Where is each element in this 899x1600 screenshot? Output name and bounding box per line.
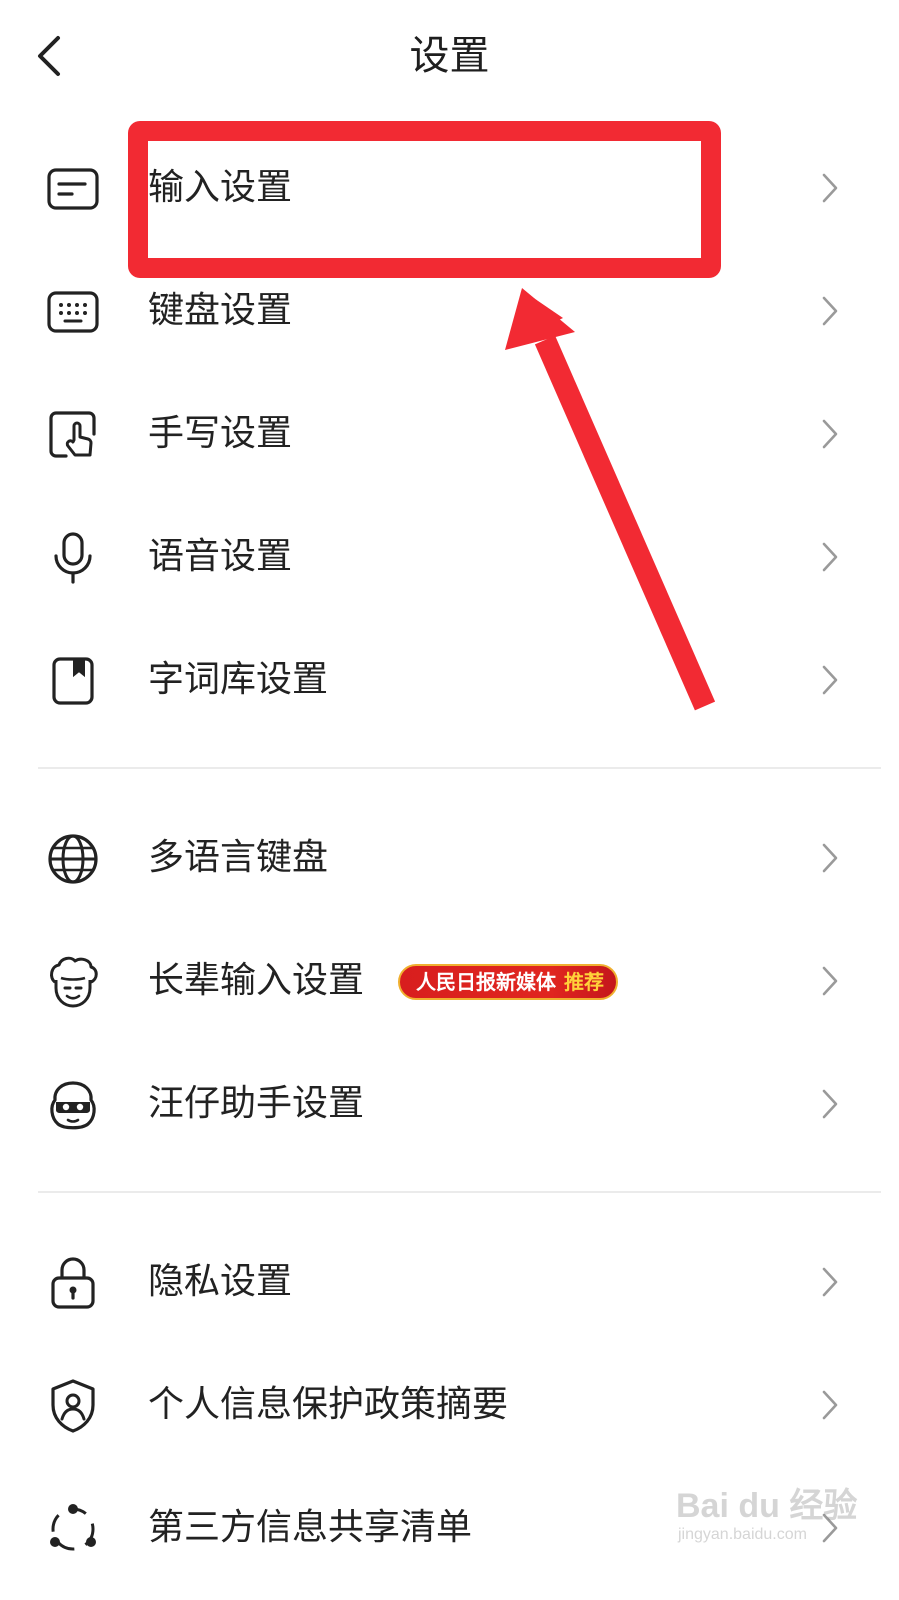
share-nodes-icon: [44, 1500, 102, 1558]
chevron-right-icon: [822, 966, 838, 996]
menu-item-label: 输入设置: [148, 167, 293, 208]
menu-item-dictionary-settings[interactable]: 字词库设置: [0, 625, 899, 735]
dictionary-icon: [44, 652, 102, 710]
lock-icon: [44, 1254, 102, 1312]
menu-item-assistant-settings[interactable]: 汪仔助手设置: [0, 1049, 899, 1159]
menu-item-privacy-policy-summary[interactable]: 个人信息保护政策摘要: [0, 1350, 899, 1460]
elder-face-icon: [44, 953, 102, 1011]
section-divider: [38, 1191, 881, 1193]
menu-item-keyboard-settings[interactable]: 键盘设置: [0, 256, 899, 366]
chevron-right-icon: [822, 1089, 838, 1119]
menu-item-input-settings[interactable]: 输入设置: [0, 133, 899, 243]
chevron-right-icon: [822, 173, 838, 203]
chevron-right-icon: [822, 296, 838, 326]
shield-person-icon: [44, 1377, 102, 1435]
badge-source-text: 人民日报新媒体: [416, 970, 556, 994]
menu-item-label: 多语言键盘: [148, 837, 329, 878]
menu-item-third-party-sharing-list[interactable]: 第三方信息共享清单: [0, 1473, 899, 1583]
menu-item-label: 字词库设置: [148, 659, 329, 700]
chevron-right-icon: [822, 419, 838, 449]
menu-item-label: 个人信息保护政策摘要: [148, 1384, 509, 1425]
top-bar: 设置: [0, 0, 899, 115]
recommend-badge: 人民日报新媒体 推荐: [398, 964, 618, 1000]
menu-item-label: 第三方信息共享清单: [148, 1507, 473, 1548]
handwriting-icon: [44, 406, 102, 464]
chevron-right-icon: [822, 1390, 838, 1420]
menu-item-label: 隐私设置: [148, 1261, 293, 1302]
globe-icon: [44, 830, 102, 888]
menu-item-label: 汪仔助手设置: [148, 1083, 365, 1124]
keyboard-icon: [44, 283, 102, 341]
section-divider: [38, 767, 881, 769]
dog-assistant-icon: [44, 1076, 102, 1134]
menu-item-label: 手写设置: [148, 413, 293, 454]
menu-item-label: 语音设置: [148, 536, 293, 577]
menu-item-multilanguage-keyboard[interactable]: 多语言键盘: [0, 803, 899, 913]
menu-item-handwriting-settings[interactable]: 手写设置: [0, 379, 899, 489]
microphone-icon: [44, 529, 102, 587]
chevron-right-icon: [822, 665, 838, 695]
page-title: 设置: [409, 33, 490, 79]
chevron-right-icon: [822, 1267, 838, 1297]
badge-recommend-text: 推荐: [564, 970, 604, 994]
menu-item-elder-input-settings[interactable]: 长辈输入设置 人民日报新媒体 推荐: [0, 926, 899, 1036]
chevron-right-icon: [822, 843, 838, 873]
chevron-right-icon: [822, 542, 838, 572]
menu-item-label: 长辈输入设置: [148, 960, 365, 1001]
menu-item-label: 键盘设置: [148, 290, 293, 331]
chevron-right-icon: [822, 1513, 838, 1543]
menu-item-voice-settings[interactable]: 语音设置: [0, 502, 899, 612]
input-card-icon: [44, 160, 102, 218]
menu-item-privacy-settings[interactable]: 隐私设置: [0, 1227, 899, 1337]
